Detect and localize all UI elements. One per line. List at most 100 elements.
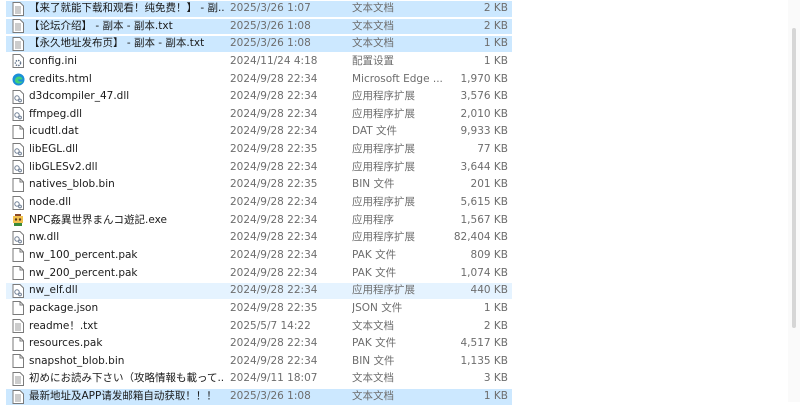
file-name: 【永久地址发布页】 - 副本 - 副本.txt <box>29 37 205 50</box>
file-type: 应用程序扩展 <box>352 107 415 120</box>
file-name: natives_blob.bin <box>29 178 115 191</box>
file-name: snapshot_blob.bin <box>29 354 125 367</box>
file-row[interactable]: 【论坛介绍】 - 副本 - 副本.txt 2025/3/26 1:08 文本文档 2 … <box>0 18 800 36</box>
file-size: 1 KB <box>483 390 508 403</box>
file-row[interactable]: config.ini 2024/11/24 4:18 配置设置 1 KB <box>0 53 800 71</box>
file-type: PAK 文件 <box>352 337 397 350</box>
text-file-icon <box>11 0 25 17</box>
file-name: 【来了就能下载和观看！纯免费！】 - 副... <box>29 2 225 14</box>
file-date-modified: 2024/9/28 22:34 <box>230 337 318 350</box>
file-row[interactable]: nw_200_percent.pak 2024/9/28 22:34 PAK 文件 1… <box>0 265 800 283</box>
file-date-modified: 2025/5/7 14:22 <box>230 319 311 332</box>
text-file-icon <box>11 35 25 52</box>
file-row[interactable]: libGLESv2.dll 2024/9/28 22:34 应用程序扩展 3,644 … <box>0 159 800 177</box>
file-row[interactable]: ffmpeg.dll 2024/9/28 22:34 应用程序扩展 2,010 KB <box>0 106 800 124</box>
file-size: 9,933 KB <box>460 125 509 138</box>
file-row[interactable]: snapshot_blob.bin 2024/9/28 22:34 BIN 文件 1,… <box>0 353 800 371</box>
file-row[interactable]: node.dll 2024/9/28 22:34 应用程序扩展 5,615 KB <box>0 194 800 212</box>
file-date-modified: 2025/3/26 1:08 <box>230 390 311 403</box>
file-date-modified: 2024/9/28 22:34 <box>230 284 318 297</box>
file-size: 3,644 KB <box>460 160 509 173</box>
file-type: 文本文档 <box>352 2 394 14</box>
file-date-modified: 2024/9/28 22:35 <box>230 143 318 156</box>
file-date-modified: 2024/9/28 22:34 <box>230 90 318 103</box>
file-row[interactable]: icudtl.dat 2024/9/28 22:34 DAT 文件 9,933 KB <box>0 123 800 141</box>
file-name: config.ini <box>29 54 77 67</box>
file-name: libGLESv2.dll <box>29 160 98 173</box>
file-size: 5,615 KB <box>460 196 509 209</box>
settings-file-icon <box>11 53 25 70</box>
dll-file-icon <box>11 141 25 158</box>
file-type: JSON 文件 <box>352 301 403 314</box>
file-date-modified: 2024/9/28 22:34 <box>230 107 318 120</box>
edge-icon <box>11 71 25 88</box>
file-name: nw_100_percent.pak <box>29 248 138 261</box>
file-row[interactable]: 【来了就能下载和观看！纯免费！】 - 副... 2025/3/26 1:07 文本文… <box>0 0 800 18</box>
blank-file-icon <box>11 247 25 264</box>
blank-file-icon <box>11 123 25 140</box>
blank-file-icon <box>11 335 25 352</box>
dll-file-icon <box>11 106 25 123</box>
file-size: 2 KB <box>483 2 508 14</box>
file-row[interactable]: libEGL.dll 2024/9/28 22:35 应用程序扩展 77 KB <box>0 141 800 159</box>
file-name: credits.html <box>29 72 92 85</box>
file-size: 1 KB <box>483 54 508 67</box>
file-size: 82,404 KB <box>453 231 508 244</box>
file-row[interactable]: 初めにお読み下さい（攻略情報も載って... 2024/9/11 18:07 文本文档… <box>0 370 800 388</box>
scrollbar-thumb[interactable] <box>792 28 796 328</box>
file-type: Microsoft Edge ... <box>352 72 443 85</box>
file-row[interactable]: NPC姦異世界まんコ遊記.exe 2024/9/28 22:34 应用程序 1,567… <box>0 212 800 230</box>
file-date-modified: 2025/3/26 1:07 <box>230 2 311 14</box>
file-name: 【论坛介绍】 - 副本 - 副本.txt <box>29 19 173 32</box>
file-row[interactable]: 【永久地址发布页】 - 副本 - 副本.txt 2025/3/26 1:08 文本文… <box>0 35 800 53</box>
file-date-modified: 2025/3/26 1:08 <box>230 19 311 32</box>
file-type: 应用程序扩展 <box>352 284 415 297</box>
dll-file-icon <box>11 88 25 105</box>
file-name: libEGL.dll <box>29 143 78 156</box>
file-row[interactable]: package.json 2024/9/28 22:35 JSON 文件 1 KB <box>0 300 800 318</box>
dll-file-icon <box>11 159 25 176</box>
file-type: 应用程序扩展 <box>352 90 415 103</box>
file-type: 文本文档 <box>352 19 394 32</box>
file-size: 1,970 KB <box>460 72 509 85</box>
file-size: 1 KB <box>483 37 508 50</box>
file-date-modified: 2024/9/28 22:35 <box>230 301 318 314</box>
text-file-icon <box>11 388 25 405</box>
file-row[interactable]: d3dcompiler_47.dll 2024/9/28 22:34 应用程序扩展 3… <box>0 88 800 106</box>
file-type: 应用程序扩展 <box>352 143 415 156</box>
file-date-modified: 2024/9/28 22:35 <box>230 178 318 191</box>
file-size: 1,135 KB <box>460 354 509 367</box>
file-date-modified: 2024/9/28 22:34 <box>230 231 318 244</box>
file-row[interactable]: nw_elf.dll 2024/9/28 22:34 应用程序扩展 440 KB <box>0 282 800 300</box>
file-size: 201 KB <box>470 178 508 191</box>
file-list: 【来了就能下载和观看！纯免费！】 - 副... 2025/3/26 1:07 文本文… <box>0 0 800 406</box>
file-row[interactable]: resources.pak 2024/9/28 22:34 PAK 文件 4,517 … <box>0 335 800 353</box>
file-date-modified: 2024/9/28 22:34 <box>230 354 318 367</box>
file-row[interactable]: nw_100_percent.pak 2024/9/28 22:34 PAK 文件 8… <box>0 247 800 265</box>
file-size: 2 KB <box>483 319 508 332</box>
file-row[interactable]: 最新地址及APP请发邮箱自动获取！！！ 2025/3/26 1:08 文本文档 1 K… <box>0 388 800 406</box>
file-row[interactable]: natives_blob.bin 2024/9/28 22:35 BIN 文件 201… <box>0 176 800 194</box>
file-name: 最新地址及APP请发邮箱自动获取！！！ <box>29 390 217 403</box>
file-name: ffmpeg.dll <box>29 107 83 120</box>
file-type: 应用程序 <box>352 213 394 226</box>
blank-file-icon <box>11 265 25 282</box>
file-name: nw.dll <box>29 231 60 244</box>
file-row[interactable]: credits.html 2024/9/28 22:34 Microsoft Edg… <box>0 71 800 89</box>
file-type: 应用程序扩展 <box>352 160 415 173</box>
file-type: BIN 文件 <box>352 354 395 367</box>
file-row[interactable]: readme！.txt 2025/5/7 14:22 文本文档 2 KB <box>0 318 800 336</box>
file-row[interactable]: nw.dll 2024/9/28 22:34 应用程序扩展 82,404 KB <box>0 229 800 247</box>
file-size: 809 KB <box>470 248 508 261</box>
file-type: DAT 文件 <box>352 125 398 138</box>
file-name: nw_elf.dll <box>29 284 78 297</box>
file-size: 1,567 KB <box>460 213 509 226</box>
file-name: nw_200_percent.pak <box>29 266 138 279</box>
blank-file-icon <box>11 300 25 317</box>
file-type: 文本文档 <box>352 37 394 50</box>
file-name: icudtl.dat <box>29 125 79 138</box>
file-date-modified: 2025/3/26 1:08 <box>230 37 311 50</box>
file-type: PAK 文件 <box>352 248 397 261</box>
text-file-icon <box>11 370 25 387</box>
file-type: 文本文档 <box>352 372 394 385</box>
